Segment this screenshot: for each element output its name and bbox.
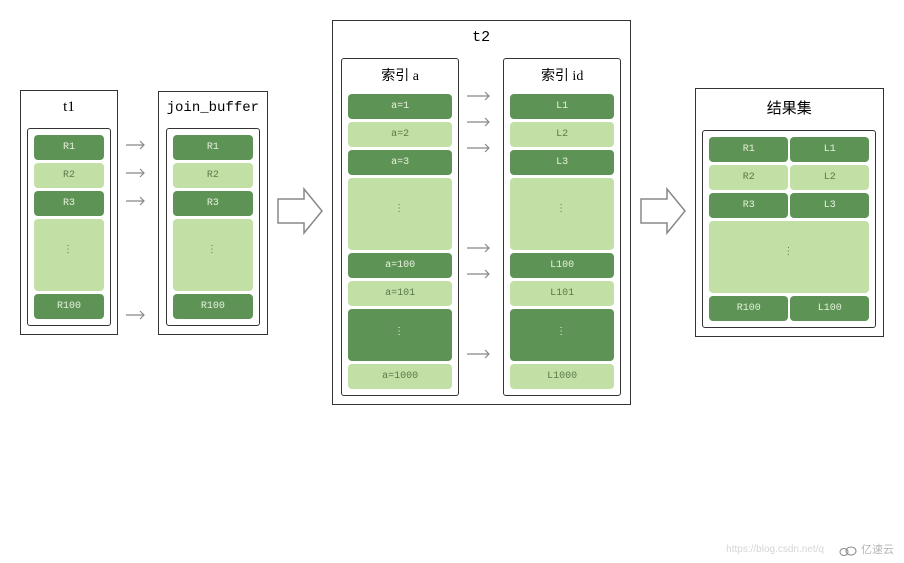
- arrow-icon: [126, 309, 150, 321]
- idxa-ellipsis: ⋮: [348, 309, 452, 361]
- idxa-row: a=3: [348, 150, 452, 175]
- result-cell: R2: [709, 165, 788, 190]
- idxa-ellipsis: ⋮: [348, 178, 452, 250]
- title-result: 结果集: [767, 97, 812, 118]
- result-row: R1 L1: [709, 137, 869, 162]
- idxid-ellipsis: ⋮: [510, 178, 614, 250]
- jb-row: R1: [173, 135, 253, 160]
- arrow-icon: [467, 242, 495, 254]
- arrow-icon: [467, 90, 495, 102]
- result-cell: R1: [709, 137, 788, 162]
- idxid-row: L3: [510, 150, 614, 175]
- result-row: R2 L2: [709, 165, 869, 190]
- t1-row: R1: [34, 135, 104, 160]
- result-cell: R100: [709, 296, 788, 321]
- t1-ellipsis: ⋮: [34, 219, 104, 291]
- arrow-icon: [467, 348, 495, 360]
- idxid-row: L1: [510, 94, 614, 119]
- inner-join-buffer: R1 R2 R3 ⋮ R100: [166, 128, 260, 326]
- result-cell: L3: [790, 193, 869, 218]
- idxa-row: a=100: [348, 253, 452, 278]
- arrow-icon: [467, 142, 495, 154]
- title-index-id: 索引 id: [541, 65, 583, 85]
- big-arrow-icon: [276, 181, 324, 241]
- result-cell: R3: [709, 193, 788, 218]
- jb-row-last: R100: [173, 294, 253, 319]
- big-arrow-2: [639, 181, 687, 244]
- box-t2: t2 索引 a a=1 a=2 a=3 ⋮ a=100 a=101 ⋮ a=10…: [332, 20, 631, 405]
- result-row-last: R100 L100: [709, 296, 869, 321]
- result-row: R3 L3: [709, 193, 869, 218]
- jb-ellipsis: ⋮: [173, 219, 253, 291]
- cloud-icon: [838, 543, 858, 557]
- title-join-buffer: join_buffer: [167, 100, 259, 116]
- t1-row-last: R100: [34, 294, 104, 319]
- inner-t1: R1 R2 R3 ⋮ R100: [27, 128, 111, 326]
- t1-row: R3: [34, 191, 104, 216]
- arrow-icon: [126, 167, 150, 179]
- title-t2: t2: [472, 29, 490, 46]
- box-join-buffer: join_buffer R1 R2 R3 ⋮ R100: [158, 91, 268, 335]
- idxa-row-last: a=1000: [348, 364, 452, 389]
- t1-row: R2: [34, 163, 104, 188]
- result-cell: L1: [790, 137, 869, 162]
- jb-row: R3: [173, 191, 253, 216]
- idxid-row: L2: [510, 122, 614, 147]
- jb-row: R2: [173, 163, 253, 188]
- big-arrow-icon: [639, 181, 687, 241]
- arrows-t1-jb: [126, 105, 150, 321]
- idxid-ellipsis: ⋮: [510, 309, 614, 361]
- title-t1: t1: [63, 99, 75, 116]
- idxid-row: L100: [510, 253, 614, 278]
- arrow-icon: [126, 139, 150, 151]
- big-arrow-1: [276, 181, 324, 244]
- arrow-icon: [467, 268, 495, 280]
- inner-index-a: 索引 a a=1 a=2 a=3 ⋮ a=100 a=101 ⋮ a=1000: [341, 58, 459, 396]
- inner-result: R1 L1 R2 L2 R3 L3 ⋮ R100 L100: [702, 130, 876, 328]
- idxa-row: a=2: [348, 122, 452, 147]
- idxid-row-last: L1000: [510, 364, 614, 389]
- result-ellipsis: ⋮: [709, 221, 869, 293]
- logo-watermark: 亿速云: [838, 541, 894, 557]
- watermark-text: 亿速云: [861, 544, 894, 556]
- inner-index-id: 索引 id L1 L2 L3 ⋮ L100 L101 ⋮ L1000: [503, 58, 621, 396]
- arrow-icon: [467, 116, 495, 128]
- box-t1: t1 R1 R2 R3 ⋮ R100: [20, 90, 118, 335]
- title-index-a: 索引 a: [381, 65, 419, 85]
- idxa-row: a=1: [348, 94, 452, 119]
- result-cell: L2: [790, 165, 869, 190]
- arrow-icon: [126, 195, 150, 207]
- diagram-root: t1 R1 R2 R3 ⋮ R100 join_buffer R1 R2 R3 …: [20, 20, 884, 405]
- url-watermark: https://blog.csdn.net/q: [726, 544, 824, 555]
- idxid-row: L101: [510, 281, 614, 306]
- result-cell: L100: [790, 296, 869, 321]
- box-result: 结果集 R1 L1 R2 L2 R3 L3 ⋮ R100 L100: [695, 88, 884, 337]
- arrows-a-id: [467, 58, 495, 360]
- idxa-row: a=101: [348, 281, 452, 306]
